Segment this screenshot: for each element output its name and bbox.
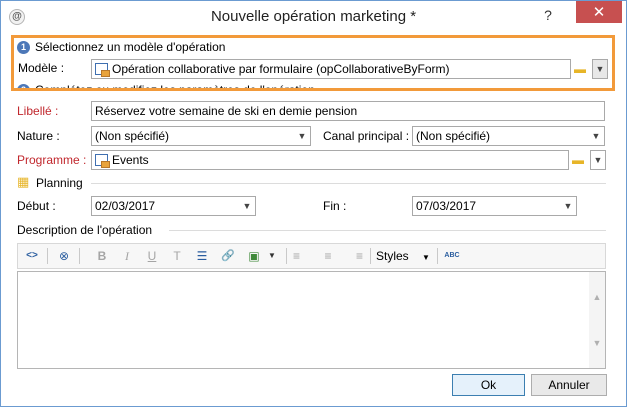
folder-icon[interactable]: ▬ [569,150,587,170]
description-divider [169,230,606,231]
programme-label: Programme : [17,153,87,167]
libelle-input[interactable]: Réservez votre semaine de ski en demie p… [91,101,605,121]
chevron-down-icon[interactable]: ▼ [262,247,282,265]
chevron-down-icon: ▼ [593,155,603,165]
description-editor[interactable]: ▲ ▼ [17,271,606,369]
fin-value: 07/03/2017 [416,199,477,213]
dialog-window: @ Nouvelle opération marketing * ? ✕ 1 S… [0,0,627,407]
nature-select[interactable]: (Non spécifié) ▼ [91,126,311,146]
toolbar-separator [79,248,80,264]
align-center-icon[interactable]: ≡ [318,247,338,265]
source-code-icon[interactable]: <> [22,247,42,265]
bold-icon[interactable]: B [92,247,112,265]
chevron-down-icon: ▼ [591,131,601,141]
toolbar-separator [286,248,287,264]
chevron-down-icon: ▼ [297,131,307,141]
styles-dropdown[interactable]: Styles ▼ [376,247,430,265]
underline-icon[interactable]: U [142,247,162,265]
styles-label: Styles [376,249,409,263]
programme-value: Events [112,153,149,167]
canal-label: Canal principal : [323,129,410,143]
planning-divider [91,183,606,184]
operation-model-icon [95,63,110,77]
step-1-title: Sélectionnez un modèle d'opération [35,40,226,54]
align-right-icon[interactable]: ≡ [343,247,363,265]
debut-label: Début : [17,199,56,213]
canal-select[interactable]: (Non spécifié) ▼ [412,126,605,146]
fin-label: Fin : [323,199,347,213]
model-dropdown-button[interactable]: ▼ [592,59,608,79]
chevron-down-icon: ▼ [242,201,252,211]
chevron-down-icon: ▼ [595,64,605,74]
debut-value: 02/03/2017 [95,199,156,213]
fin-date-input[interactable]: 07/03/2017 ▼ [412,196,577,216]
editor-toolbar: <> ⊗ B I U T ☰ 🔗 ▣ ▼ ≡ ≡ ≡ Styles ▼ ABC [17,243,606,269]
bullet-list-icon[interactable]: ☰ [192,247,212,265]
step-1-badge: 1 [17,41,30,54]
clear-format-icon[interactable]: T [167,247,187,265]
debut-date-input[interactable]: 02/03/2017 ▼ [91,196,256,216]
binoculars-icon[interactable]: ⊗ [54,247,74,265]
nature-value: (Non spécifié) [95,129,170,143]
planning-title: Planning [36,176,83,190]
editor-scrollbar[interactable]: ▲ ▼ [589,272,605,368]
ok-button[interactable]: Ok [452,374,525,396]
toolbar-separator [370,248,371,264]
step-2-title: Complétez ou modifiez les paramètres de … [35,83,315,91]
cancel-button[interactable]: Annuler [531,374,607,396]
model-value: Opération collaborative par formulaire (… [112,62,450,76]
title-bar: @ Nouvelle opération marketing * ? ✕ [1,1,626,33]
help-button[interactable]: ? [533,4,563,26]
model-label: Modèle : [18,61,65,75]
close-button[interactable]: ✕ [576,1,622,23]
chevron-down-icon: ▼ [563,201,573,211]
step-2-badge: 2 [17,84,30,88]
scroll-down-icon[interactable]: ▼ [589,336,605,350]
nature-label: Nature : [17,129,60,143]
toolbar-separator [437,248,438,264]
link-icon[interactable]: 🔗 [218,247,238,265]
folder-icon[interactable]: ▬ [571,59,589,79]
italic-icon[interactable]: I [117,247,137,265]
libelle-label: Libellé : [17,104,59,118]
spell-check-icon[interactable]: ABC [442,247,462,265]
chevron-down-icon: ▼ [422,253,430,262]
canal-value: (Non spécifié) [416,129,491,143]
align-left-icon[interactable]: ≡ [293,247,313,265]
model-field[interactable]: Opération collaborative par formulaire (… [91,59,571,79]
calendar-icon: ▦ [17,174,30,189]
toolbar-separator [47,248,48,264]
description-title: Description de l'opération [17,223,153,237]
programme-field[interactable]: Events [91,150,569,170]
programme-dropdown-button[interactable]: ▼ [590,150,606,170]
program-icon [95,154,110,168]
image-icon[interactable]: ▣ [244,247,264,265]
scroll-up-icon[interactable]: ▲ [589,290,605,304]
model-selection-highlight: 1 Sélectionnez un modèle d'opération Mod… [11,35,615,91]
